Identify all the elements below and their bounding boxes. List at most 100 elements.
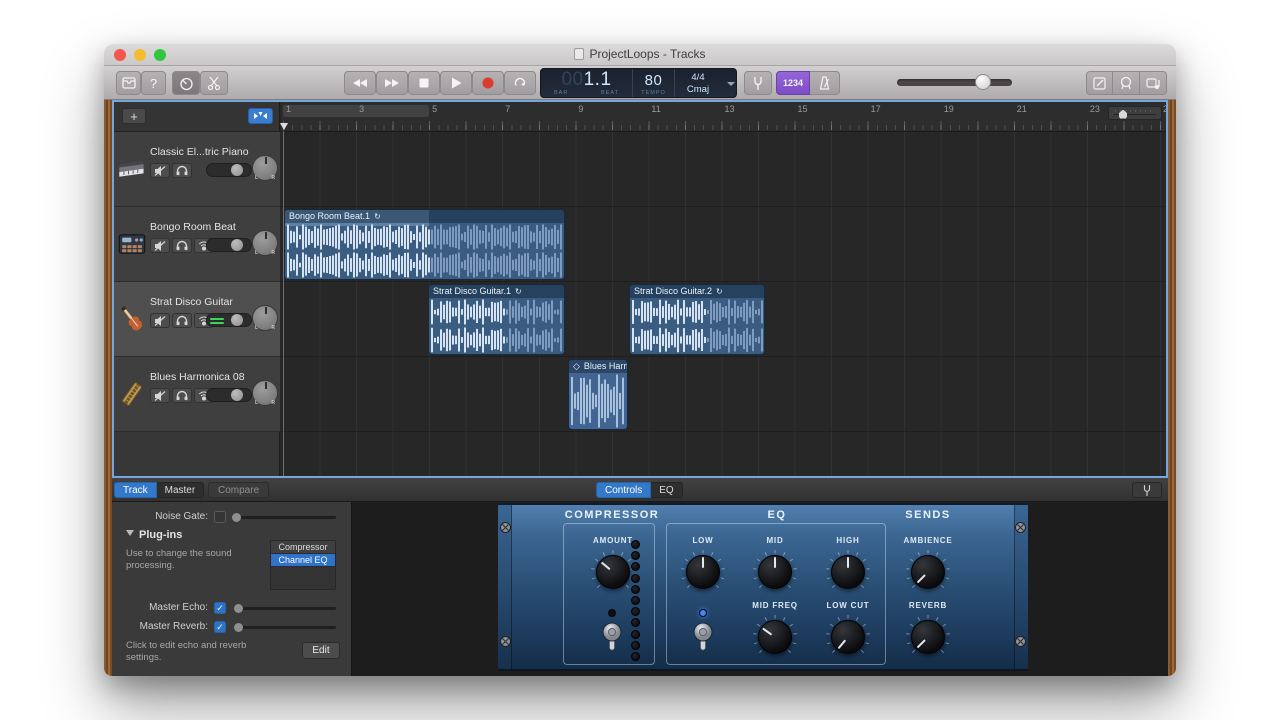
- quick-help-button[interactable]: ?: [141, 71, 166, 95]
- mute-button[interactable]: [150, 238, 170, 253]
- volume-thumb[interactable]: [231, 239, 243, 251]
- note-pad-button[interactable]: [1086, 71, 1113, 95]
- meter-led: [631, 562, 640, 571]
- pan-knob[interactable]: LR: [252, 380, 278, 406]
- master-reverb-checkbox[interactable]: ✓: [214, 621, 226, 633]
- compressor-toggle-switch[interactable]: [600, 621, 624, 655]
- library-button[interactable]: [116, 71, 141, 95]
- tab-eq[interactable]: EQ: [651, 482, 682, 498]
- track-volume-slider[interactable]: [206, 163, 252, 177]
- rewind-button[interactable]: [344, 71, 376, 95]
- master-reverb-slider[interactable]: [236, 626, 336, 629]
- noise-gate-slider[interactable]: [236, 516, 336, 519]
- eq-high-knob[interactable]: HIGH: [825, 549, 871, 595]
- loop-browser-button[interactable]: [1113, 71, 1140, 95]
- noise-gate-checkbox[interactable]: [214, 511, 226, 523]
- master-echo-checkbox[interactable]: ✓: [214, 602, 226, 614]
- tab-controls[interactable]: Controls: [596, 482, 651, 498]
- notepad-icon: [1093, 77, 1106, 90]
- cycle-button[interactable]: [504, 71, 536, 95]
- plugins-disclosure[interactable]: Plug-ins: [126, 529, 182, 541]
- tab-master[interactable]: Master: [157, 482, 205, 498]
- track-volume-slider[interactable]: [206, 388, 252, 402]
- pan-knob[interactable]: LR: [252, 305, 278, 331]
- track-header-row[interactable]: Blues Harmonica 08LR: [114, 357, 280, 432]
- headphones-icon: [176, 315, 188, 326]
- smart-controls-tuner-button[interactable]: [1132, 482, 1162, 498]
- master-volume-slider[interactable]: [897, 79, 1012, 86]
- pan-knob[interactable]: LR: [252, 230, 278, 256]
- track-lane[interactable]: [281, 132, 1166, 207]
- catch-playhead-button[interactable]: [248, 108, 273, 124]
- track-header-row[interactable]: Classic El...tric PianoLR: [114, 132, 280, 207]
- audio-region[interactable]: ◇Blues Harmo: [568, 359, 628, 430]
- meter-led: [631, 607, 640, 616]
- master-echo-slider[interactable]: [236, 607, 336, 610]
- smart-controls-panel: Track Master Compare Controls EQ Noise G…: [112, 478, 1168, 676]
- garageband-window: ProjectLoops - Tracks ?: [104, 44, 1176, 676]
- track-header-row[interactable]: Bongo Room BeatLR: [114, 207, 280, 282]
- audio-region[interactable]: Bongo Room Beat.1↻: [284, 209, 565, 280]
- editors-button[interactable]: [200, 71, 228, 95]
- mute-button[interactable]: [150, 163, 170, 178]
- timeline-lanes: 135791113151719212325 Bongo Room Beat.1↻…: [281, 102, 1166, 476]
- volume-thumb[interactable]: [231, 164, 243, 176]
- compare-button[interactable]: Compare: [208, 482, 269, 498]
- zoom-slider[interactable]: [1108, 106, 1162, 120]
- window-title: ProjectLoops - Tracks: [104, 47, 1176, 61]
- volume-thumb[interactable]: [975, 74, 991, 90]
- eq-mid-knob[interactable]: MID: [752, 549, 798, 595]
- titlebar[interactable]: ProjectLoops - Tracks: [104, 44, 1176, 66]
- tuner-button[interactable]: [744, 71, 772, 95]
- forward-button[interactable]: [376, 71, 408, 95]
- ruler-bar-number: 17: [871, 104, 881, 114]
- chevron-down-icon[interactable]: [727, 82, 735, 90]
- audio-region[interactable]: Strat Disco Guitar.1↻: [428, 284, 565, 355]
- smart-controls-button[interactable]: [172, 71, 200, 95]
- mute-button[interactable]: [150, 388, 170, 403]
- playhead-handle[interactable]: [280, 123, 288, 134]
- master-reverb-slider-thumb[interactable]: [234, 623, 243, 632]
- media-browser-button[interactable]: [1140, 71, 1167, 95]
- solo-button[interactable]: [172, 238, 192, 253]
- sends-reverb-knob[interactable]: REVERB: [905, 614, 951, 660]
- noise-gate-slider-thumb[interactable]: [232, 513, 241, 522]
- mute-button[interactable]: [150, 313, 170, 328]
- tab-track[interactable]: Track: [114, 482, 157, 498]
- metronome-button[interactable]: [810, 71, 840, 95]
- solo-button[interactable]: [172, 163, 192, 178]
- lcd-display[interactable]: 001.1 BAR BEAT 80 TEMPO 4/4 Cmaj: [540, 68, 737, 98]
- volume-thumb[interactable]: [231, 389, 243, 401]
- solo-button[interactable]: [172, 313, 192, 328]
- meter-led: [631, 641, 640, 650]
- plugin-slot[interactable]: Compressor: [271, 541, 335, 554]
- record-button[interactable]: [472, 71, 504, 95]
- play-button[interactable]: [440, 71, 472, 95]
- eq-toggle-switch[interactable]: [691, 621, 715, 655]
- eq-low-cut-knob[interactable]: LOW CUT: [825, 614, 871, 660]
- track-header-row[interactable]: Strat Disco GuitarLR: [114, 282, 280, 357]
- knob-label: REVERB: [888, 601, 968, 610]
- compressor-amount-knob[interactable]: AMOUNT: [590, 549, 636, 595]
- eq-mid-freq-knob[interactable]: MID FREQ: [752, 614, 798, 660]
- timeline-ruler[interactable]: 135791113151719212325: [281, 102, 1166, 132]
- add-track-button[interactable]: +: [122, 108, 146, 124]
- count-in-button[interactable]: 1234: [776, 71, 810, 95]
- track-volume-slider[interactable]: [206, 313, 252, 327]
- forward-icon: [384, 78, 400, 88]
- pan-knob[interactable]: LR: [252, 155, 278, 181]
- edit-button[interactable]: Edit: [302, 642, 340, 659]
- stop-button[interactable]: [408, 71, 440, 95]
- track-volume-slider[interactable]: [206, 238, 252, 252]
- volume-thumb[interactable]: [231, 314, 243, 326]
- plugin-slot[interactable]: Channel EQ: [271, 554, 335, 567]
- master-echo-slider-thumb[interactable]: [234, 604, 243, 613]
- record-icon: [482, 77, 494, 89]
- loop-icon: ↻: [374, 210, 381, 223]
- headphones-icon: [176, 240, 188, 251]
- audio-region[interactable]: Strat Disco Guitar.2↻: [629, 284, 765, 355]
- track-lane[interactable]: [281, 357, 1166, 432]
- solo-button[interactable]: [172, 388, 192, 403]
- sends-ambience-knob[interactable]: AMBIENCE: [905, 549, 951, 595]
- eq-low-knob[interactable]: LOW: [680, 549, 726, 595]
